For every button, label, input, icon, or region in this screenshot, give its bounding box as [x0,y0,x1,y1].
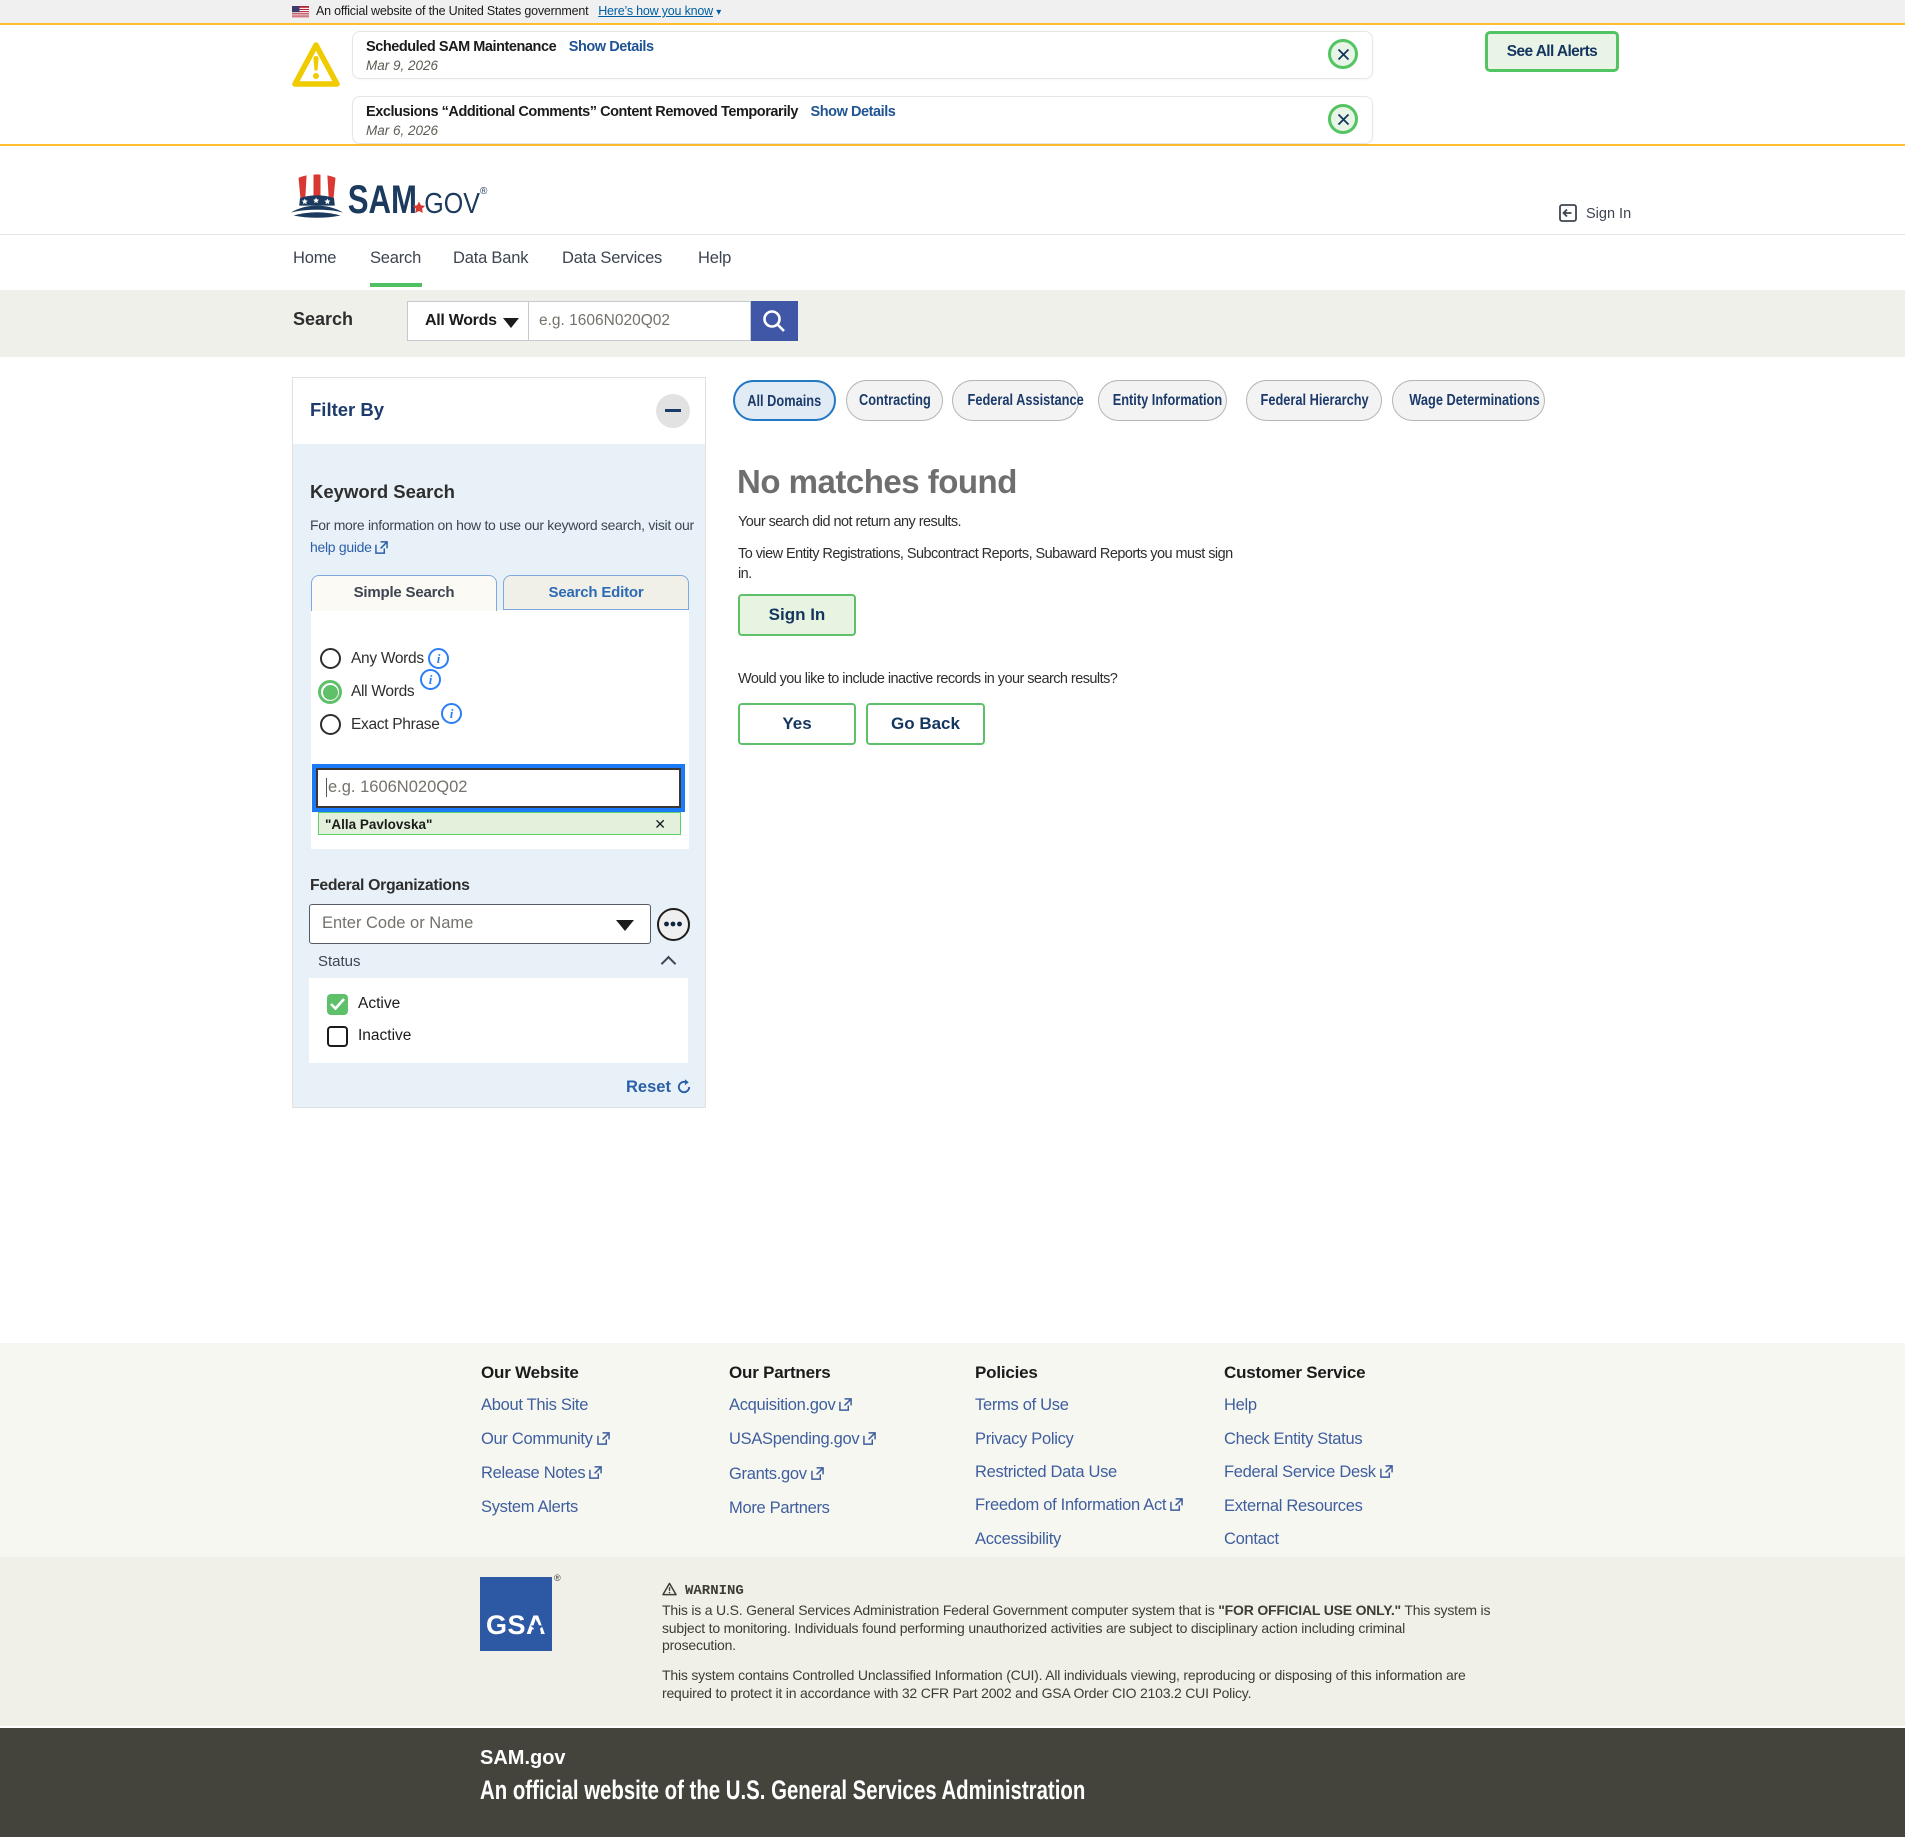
svg-text:SAM: SAM [348,177,417,222]
svg-text:®: ® [480,186,488,197]
svg-text:GOV: GOV [424,188,480,220]
